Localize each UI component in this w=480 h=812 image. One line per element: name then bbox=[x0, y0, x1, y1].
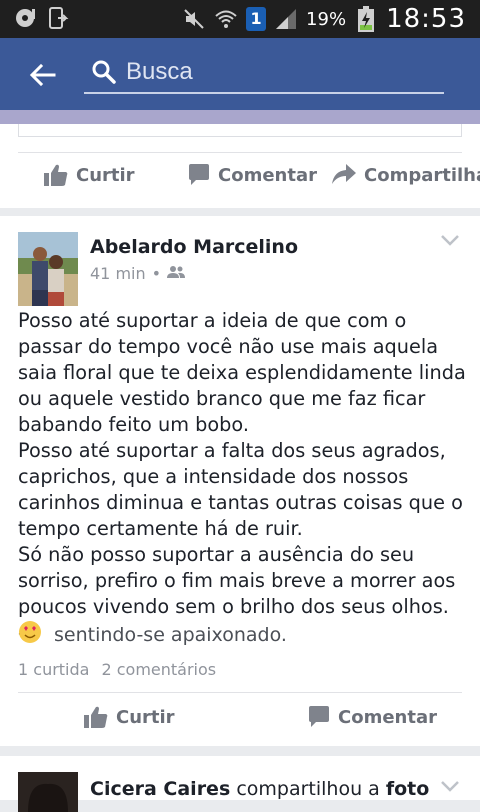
post-author[interactable]: Abelardo Marcelino bbox=[90, 236, 298, 258]
post-counts: 1 curtida 2 comentários bbox=[18, 660, 216, 679]
next-post-verb: compartilhou a bbox=[236, 778, 380, 800]
comment-label: Comentar bbox=[338, 706, 437, 728]
status-bar: 1 19% 18:53 bbox=[0, 0, 480, 38]
like-label: Curtir bbox=[116, 706, 175, 728]
post-feeling: sentindo-se apaixonado. bbox=[18, 620, 287, 649]
previous-post-card: Curtir Comentar Compartilhar bbox=[0, 124, 480, 208]
next-post-author[interactable]: Cicera Caires bbox=[90, 778, 230, 800]
post-text: Posso até suportar a ideia de que com o … bbox=[18, 309, 466, 644]
magnifier-icon bbox=[90, 58, 118, 86]
clock-time: 18:53 bbox=[386, 4, 466, 34]
signal-icon bbox=[274, 7, 298, 31]
divider bbox=[18, 692, 462, 693]
next-post-object[interactable]: foto bbox=[386, 778, 429, 800]
vinyl-icon bbox=[14, 6, 38, 30]
feeling-label: sentindo-se apaixonado. bbox=[54, 623, 287, 646]
header-shadow-strip bbox=[0, 110, 480, 124]
like-button[interactable]: Curtir bbox=[44, 164, 135, 186]
comment-label: Comentar bbox=[218, 164, 317, 186]
divider bbox=[18, 152, 462, 153]
comment-button[interactable]: Comentar bbox=[188, 164, 317, 186]
meta-separator: • bbox=[151, 264, 162, 283]
friends-icon bbox=[167, 264, 186, 283]
phone-sync-icon bbox=[46, 6, 70, 30]
next-author-avatar[interactable] bbox=[18, 772, 78, 812]
search-bar[interactable] bbox=[84, 52, 444, 94]
share-arrow-icon bbox=[332, 164, 356, 186]
wifi-icon bbox=[214, 7, 238, 31]
speech-bubble-icon bbox=[188, 164, 210, 186]
speech-bubble-icon bbox=[308, 706, 330, 728]
likes-count[interactable]: 1 curtida bbox=[18, 660, 89, 679]
share-label: Compartilhar bbox=[364, 164, 480, 186]
thumbs-up-icon bbox=[84, 706, 108, 728]
comment-button[interactable]: Comentar bbox=[308, 706, 437, 728]
post-time[interactable]: 41 min bbox=[90, 264, 146, 283]
next-post-headline: Cicera Caires compartilhou a foto bbox=[90, 778, 429, 800]
battery-percent: 19% bbox=[306, 8, 347, 30]
mute-icon bbox=[182, 7, 206, 31]
comments-count[interactable]: 2 comentários bbox=[101, 660, 216, 679]
author-avatar[interactable] bbox=[18, 232, 78, 306]
next-post-card: Cicera Caires compartilhou a foto bbox=[0, 756, 480, 812]
arrow-left-icon[interactable] bbox=[26, 58, 60, 92]
post-card: Abelardo Marcelino 41 min • Posso até su… bbox=[0, 216, 480, 746]
search-input[interactable] bbox=[126, 56, 436, 88]
battery-charging-icon bbox=[354, 6, 378, 32]
like-button[interactable]: Curtir bbox=[84, 706, 175, 728]
app-header bbox=[0, 38, 480, 110]
in-love-emoji bbox=[18, 620, 42, 649]
share-button[interactable]: Compartilhar bbox=[332, 164, 480, 186]
chevron-down-icon[interactable] bbox=[440, 232, 460, 246]
chevron-down-icon[interactable] bbox=[440, 778, 460, 792]
notification-count-badge: 1 bbox=[246, 7, 267, 31]
previous-post-attachment[interactable] bbox=[18, 124, 462, 137]
post-meta: 41 min • bbox=[90, 264, 186, 283]
like-label: Curtir bbox=[76, 164, 135, 186]
thumbs-up-icon bbox=[44, 164, 68, 186]
